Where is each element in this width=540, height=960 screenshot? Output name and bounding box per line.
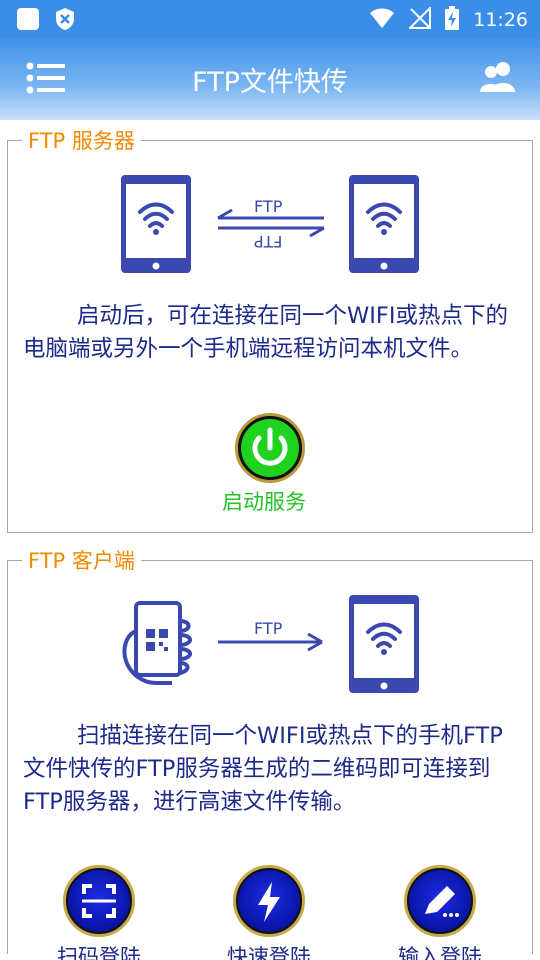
scan-login-label[interactable]: 扫码登陆 (29, 941, 169, 960)
ftp-server-title: FTP 服务器 (22, 125, 141, 155)
server-description: 启动后，可在连接在同一个WIFI或热点下的电脑端或另外一个手机端远程访问本机文件… (23, 303, 508, 362)
no-signal-icon (407, 5, 432, 33)
ftp-server-panel: FTP 服务器 FTP FTP 启动后，可在连接在同一个WIFI或热点下的电脑端… (7, 125, 533, 533)
pencil-icon (425, 886, 459, 917)
input-login-label[interactable]: 输入登陆 (370, 941, 510, 960)
app-title: FTP文件快传 (192, 67, 348, 98)
quick-login-label[interactable]: 快速登陆 (199, 941, 339, 960)
scan-phone-icon (122, 601, 192, 685)
status-time: 11:26 (473, 9, 528, 31)
phone-icon (121, 175, 191, 273)
ftp-client-title: FTP 客户端 (22, 545, 141, 575)
quick-login-button[interactable] (233, 865, 305, 937)
lightning-icon (258, 882, 280, 922)
phone-icon (349, 595, 419, 693)
input-login-button[interactable] (404, 865, 476, 937)
client-arrow-label: FTP (254, 619, 283, 638)
wifi-icon (369, 7, 395, 33)
square-icon (16, 7, 40, 35)
scan-login-button[interactable] (63, 865, 135, 937)
status-bar: 11:26 (0, 0, 540, 38)
arrow-top-label: FTP (254, 197, 283, 216)
scan-icon (82, 884, 116, 918)
client-description: 扫描连接在同一个WIFI或热点下的手机FTP文件快传的FTP服务器生成的二维码即… (23, 723, 503, 815)
power-icon (241, 419, 299, 477)
shield-icon (54, 7, 76, 35)
phone-icon (349, 175, 419, 273)
app-bar: FTP文件快传 (0, 38, 540, 120)
start-service-label[interactable]: 启动服务 (222, 486, 306, 516)
ftp-client-panel: FTP 客户端 FTP 扫描连接在同一个WIFI或热点下的手机FTP文件快传的F… (7, 545, 533, 960)
arrow-bottom-label: FTP (254, 232, 283, 251)
start-service-button[interactable] (235, 413, 305, 483)
battery-charging-icon (445, 6, 460, 34)
users-icon[interactable] (480, 60, 516, 94)
